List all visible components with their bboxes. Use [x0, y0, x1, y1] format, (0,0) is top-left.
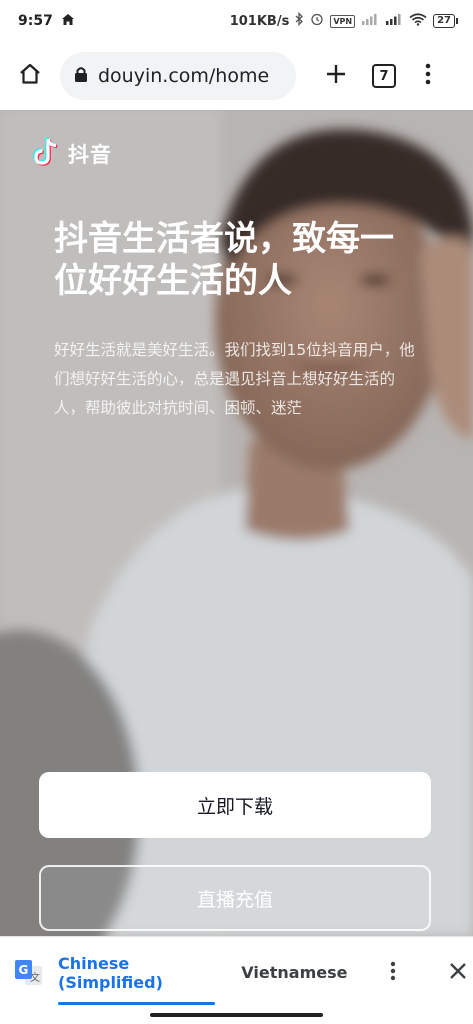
tiktok-note-icon: [32, 136, 62, 172]
bluetooth-icon: [295, 11, 304, 30]
navigation-gesture-bar: [0, 1008, 473, 1024]
home-button[interactable]: [12, 58, 48, 94]
alarm-icon: [310, 12, 324, 30]
home-icon: [61, 13, 75, 30]
hero-headline: 抖音生活者说，致每一位好好生活的人: [54, 219, 394, 301]
new-tab-button[interactable]: [318, 58, 354, 94]
status-bar: 9:57 101KB/s VPN 27: [0, 0, 473, 42]
svg-text:G: G: [19, 963, 29, 977]
lock-icon: [74, 66, 88, 87]
tab-language-chinese-simplified[interactable]: Chinese (Simplified): [58, 937, 216, 1009]
browser-toolbar: douyin.com/home 7: [0, 42, 473, 110]
vpn-badge: VPN: [330, 14, 356, 28]
live-recharge-button[interactable]: 直播充值: [39, 865, 431, 931]
more-vert-icon: [425, 63, 431, 89]
close-icon: [449, 962, 467, 984]
translate-close-button[interactable]: [442, 955, 473, 991]
translate-options-button[interactable]: [377, 955, 408, 991]
download-button[interactable]: 立即下载: [39, 772, 431, 838]
browser-menu-button[interactable]: [410, 58, 446, 94]
gesture-handle[interactable]: [150, 1013, 323, 1017]
hero-description: 好好生活就是美好生活。我们找到15位抖音用户，他们想好好生活的心，总是遇见抖音上…: [54, 341, 415, 417]
signal-icon-2: [385, 13, 403, 29]
logo-text: 抖音: [68, 143, 112, 167]
google-translate-icon: 文 G: [14, 958, 44, 988]
signal-icon: [361, 13, 379, 29]
translate-bar: 文 G Chinese (Simplified) Vietnamese: [0, 936, 473, 1008]
hero-section: 抖音 抖音生活者说，致每一位好好生活的人 好好生活就是美好生活。我们找到15位抖…: [0, 110, 473, 936]
tab-switcher-button[interactable]: 7: [372, 64, 396, 88]
url-text: douyin.com/home: [98, 65, 270, 87]
new-tab-icon: [325, 63, 347, 89]
wifi-icon: [409, 12, 427, 30]
more-vert-icon: [390, 961, 396, 985]
network-speed: 101KB/s: [229, 13, 290, 29]
tab-language-vietnamese[interactable]: Vietnamese: [241, 963, 347, 982]
status-time: 9:57: [18, 13, 53, 29]
home-icon: [18, 62, 42, 90]
address-bar[interactable]: douyin.com/home: [60, 52, 296, 100]
battery-icon: 27: [433, 14, 458, 28]
douyin-logo[interactable]: 抖音: [32, 136, 112, 172]
